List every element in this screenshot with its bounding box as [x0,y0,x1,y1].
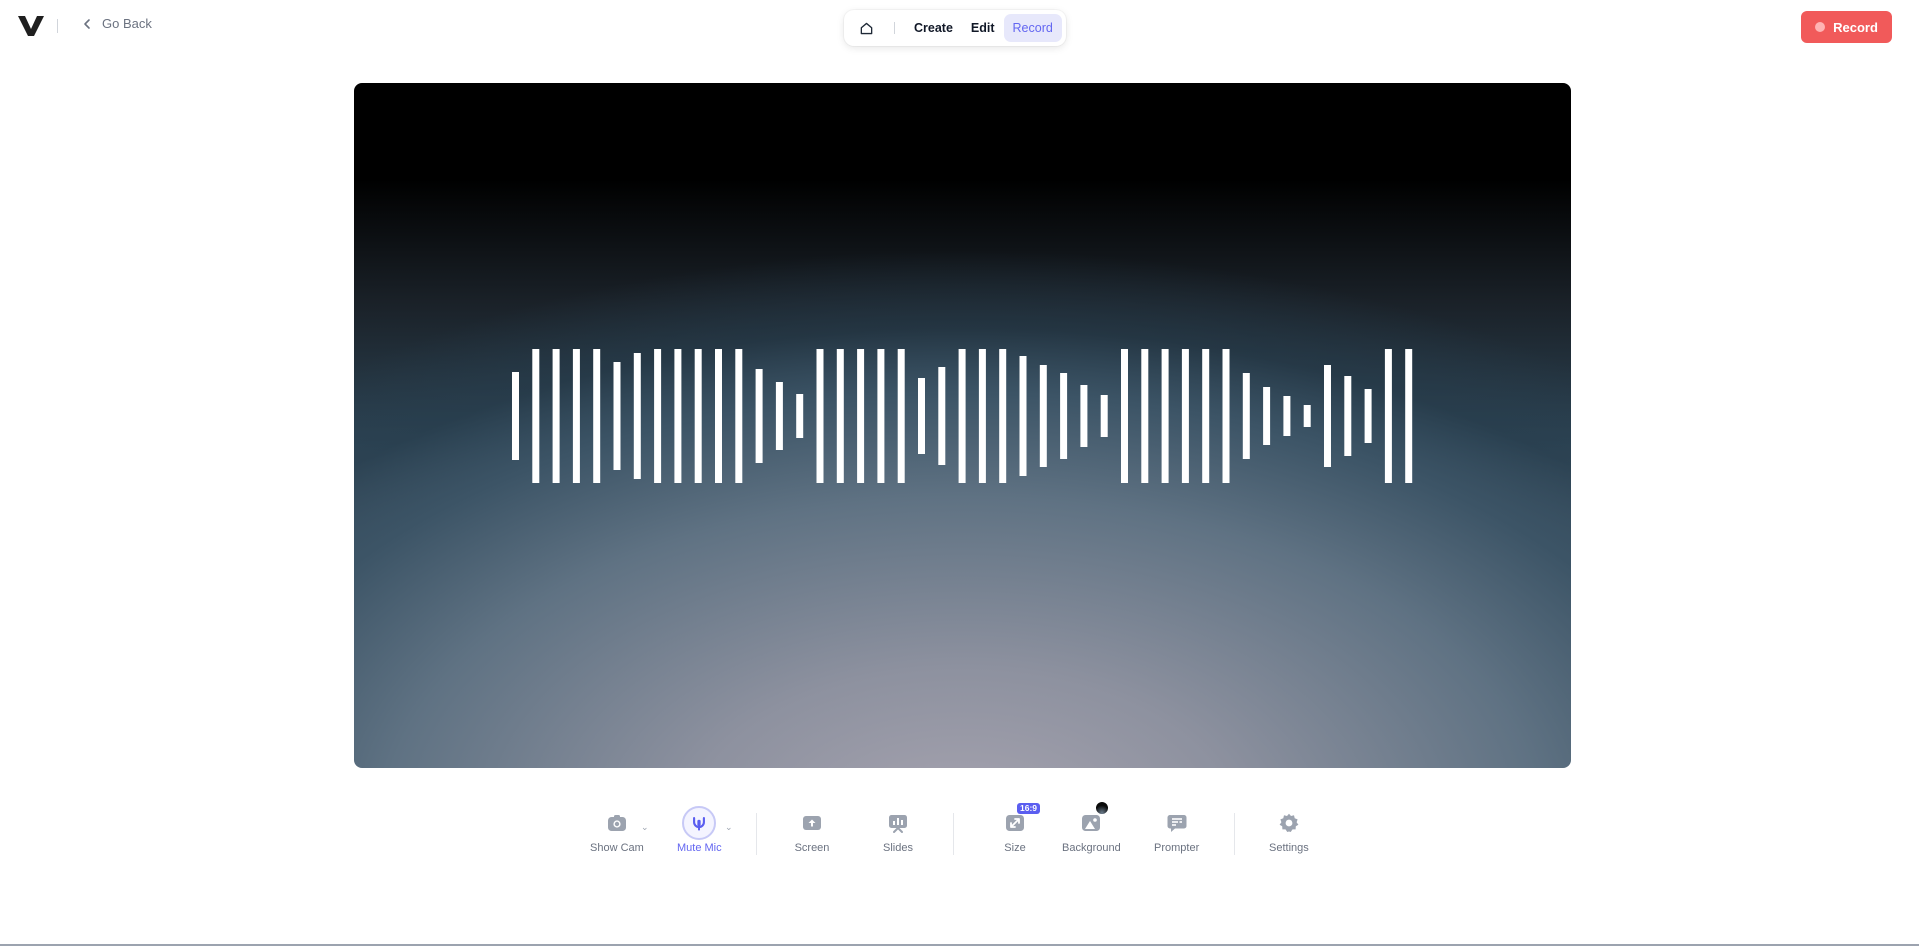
background-preview-swatch [1095,801,1110,815]
waveform-bar [1344,376,1352,456]
waveform-bar [1242,373,1250,459]
waveform-bar [532,349,540,483]
record-dot-icon [1815,22,1826,32]
waveform-bar [1405,349,1413,483]
prompter-label: Prompter [1154,842,1200,854]
go-back-link[interactable]: Go Back [80,16,152,31]
screen-share-icon [803,816,821,830]
waveform-bar [512,372,519,460]
waveform-bar [694,349,702,483]
go-back-label: Go Back [102,16,152,31]
image-icon [1082,815,1101,831]
waveform-bar [938,367,946,465]
mute-mic-button[interactable]: Mute Mic [677,805,722,854]
waveform-bar [1039,365,1047,467]
waveform-bar [1181,349,1189,483]
tab-create[interactable]: Create [905,14,962,42]
waveform-bar [816,349,824,483]
waveform-bar [1141,349,1149,483]
waveform-bar [836,349,844,483]
resize-icon [1006,815,1024,831]
waveform-bar [613,362,621,470]
home-button[interactable] [848,14,884,42]
waveform-bar [796,394,804,438]
background-label: Background [1062,842,1121,854]
record-button[interactable]: Record [1801,11,1892,43]
waveform-bar [674,349,682,483]
screen-label: Screen [794,842,830,854]
audio-waveform [512,349,1413,483]
waveform-bar [1121,349,1128,483]
prompter-icon [1167,815,1187,832]
waveform-bar [897,349,905,483]
waveform-bar [999,349,1007,483]
waveform-bar [1263,387,1271,445]
slides-label: Slides [883,842,913,854]
record-button-label: Record [1833,19,1878,35]
waveform-bar [775,382,783,450]
waveform-bar [1161,349,1169,483]
screen-button[interactable]: Screen [794,805,830,854]
chevron-left-icon [84,18,90,29]
microphone-icon [693,817,706,831]
camera-icon [607,815,626,831]
waveform-bar [755,369,763,463]
mute-mic-label: Mute Mic [677,842,722,854]
background-button[interactable]: Background [1062,801,1121,854]
waveform-bar [1100,395,1108,437]
tab-record[interactable]: Record [1003,14,1062,42]
waveform-bar [715,349,722,483]
prompter-button[interactable]: Prompter [1154,805,1199,854]
waveform-bar [1019,356,1027,476]
waveform-bar [1324,365,1331,467]
waveform-bar [633,353,641,479]
recording-preview [354,83,1571,768]
waveform-bar [1364,389,1372,443]
app-logo[interactable] [18,15,44,37]
waveform-bar [735,349,743,483]
waveform-bar [857,349,865,483]
divider [756,813,757,855]
divider [57,19,58,33]
gear-icon [1279,813,1299,832]
mode-tabs: Create Edit Record [844,10,1066,46]
waveform-bar [654,349,662,483]
cam-options-chevron-icon[interactable]: ⌄ [641,822,649,833]
aspect-ratio-badge: 16:9 [1017,803,1041,814]
waveform-bar [1202,349,1210,483]
divider [1234,813,1235,855]
show-cam-label: Show Cam [590,842,644,854]
waveform-bar [1283,396,1291,436]
waveform-bar [1060,373,1068,459]
home-icon [860,22,872,34]
slides-icon [889,815,907,833]
settings-button[interactable]: Settings [1269,805,1309,854]
waveform-bar [1080,385,1088,447]
tab-edit[interactable]: Edit [962,14,1004,42]
waveform-bar [1222,349,1230,483]
waveform-bar [978,349,986,483]
show-cam-button[interactable]: Show Cam [590,805,644,854]
waveform-bar [552,349,560,483]
divider [953,813,954,855]
settings-label: Settings [1269,842,1309,854]
waveform-bar [1384,349,1392,483]
mic-options-chevron-icon[interactable]: ⌄ [725,822,733,833]
recording-toolbar: Show Cam ⌄ Mute Mic ⌄ Screen Slides 16:9… [0,801,1919,865]
size-button[interactable]: 16:9 Size [997,803,1041,854]
waveform-bar [1303,405,1311,427]
top-bar: Go Back Create Edit Record Record [0,0,1919,54]
waveform-bar [958,349,966,483]
divider [894,22,895,34]
waveform-bar [877,349,885,483]
waveform-bar [918,378,925,454]
waveform-bar [572,349,580,483]
waveform-bar [593,349,601,483]
size-label: Size [1004,842,1026,854]
slides-button[interactable]: Slides [880,805,916,854]
